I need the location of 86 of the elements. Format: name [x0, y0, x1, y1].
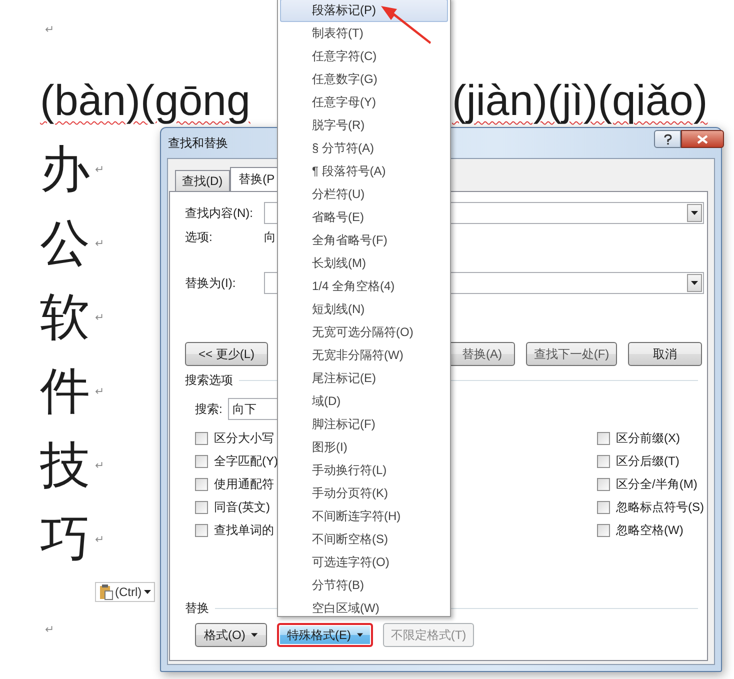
field-label: 替换为(I):	[185, 274, 237, 292]
options-value: 向	[264, 228, 276, 246]
menu-item[interactable]: 任意字符(C)	[280, 45, 448, 68]
options-label: 选项:	[185, 228, 214, 246]
clipboard-icon	[99, 584, 113, 600]
search-label: 搜索:	[195, 400, 222, 418]
paragraph-mark: ↵	[95, 458, 104, 472]
caret-icon	[691, 211, 698, 215]
checkbox-label: 使用通配符	[214, 476, 274, 493]
document-text: 技	[40, 436, 90, 495]
menu-item[interactable]: 不间断空格(S)	[280, 528, 448, 551]
paragraph-mark: ↵	[95, 384, 104, 398]
checkbox-label: 同音(英文)	[214, 499, 270, 516]
close-button[interactable]	[681, 130, 724, 148]
menu-item[interactable]: 任意数字(G)	[280, 68, 448, 91]
paragraph-mark: ↵	[95, 162, 104, 176]
checkbox[interactable]	[195, 501, 208, 514]
menu-item[interactable]: 分节符(B)	[280, 574, 448, 597]
document-text: 公	[40, 214, 90, 273]
checkbox[interactable]	[195, 432, 208, 445]
menu-item[interactable]: 手动换行符(L)	[280, 459, 448, 482]
menu-item[interactable]: 无宽可选分隔符(O)	[280, 321, 448, 344]
menu-item[interactable]: § 分节符(A)	[280, 137, 448, 160]
checkbox-label: 区分全/半角(M)	[616, 476, 698, 493]
document-text: 巧	[40, 510, 90, 569]
paragraph-mark: ↵	[95, 310, 104, 324]
checkbox-label: 全字匹配(Y)	[214, 453, 278, 470]
checkbox[interactable]	[195, 478, 208, 491]
checkbox[interactable]	[597, 432, 610, 445]
dropdown-button[interactable]	[687, 204, 702, 222]
document-text: 办	[40, 140, 90, 199]
section-title: 替换	[185, 600, 209, 616]
dropdown-button[interactable]: 特殊格式(E)	[277, 623, 373, 647]
pinyin-text: (jiàn)(jì)(qiǎo)	[452, 76, 709, 126]
dialog-button[interactable]: 查找下一处(F)	[526, 342, 617, 366]
checkbox-label: 区分前缀(X)	[616, 430, 680, 447]
checkbox[interactable]	[597, 501, 610, 514]
checkbox-label: 忽略标点符号(S)	[616, 499, 704, 516]
paste-options-button[interactable]: (Ctrl)	[95, 582, 155, 602]
menu-item[interactable]: 尾注标记(E)	[280, 367, 448, 390]
document-text: 软	[40, 288, 90, 347]
caret-icon	[251, 633, 258, 637]
checkbox-label: 区分后缀(T)	[616, 453, 680, 470]
menu-item[interactable]: 脱字号(R)	[280, 114, 448, 137]
checkbox-label: 区分大小写	[214, 430, 274, 447]
menu-item[interactable]: 任意字母(Y)	[280, 91, 448, 114]
menu-item[interactable]: 空白区域(W)	[280, 597, 448, 620]
paragraph-mark: ↵	[95, 236, 104, 250]
menu-item[interactable]: 1/4 全角空格(4)	[280, 275, 448, 298]
field-label: 查找内容(N):	[185, 204, 254, 222]
checkbox[interactable]	[597, 455, 610, 468]
section-title: 搜索选项	[185, 372, 233, 388]
checkbox[interactable]	[195, 455, 208, 468]
paragraph-mark: ↵	[45, 24, 54, 36]
dropdown-button[interactable]: 格式(O)	[195, 623, 267, 647]
menu-item[interactable]: 手动分页符(K)	[280, 482, 448, 505]
document-text: 件	[40, 362, 90, 421]
paragraph-mark: ↵	[45, 624, 54, 636]
dialog-button[interactable]: << 更少(L)	[185, 342, 268, 366]
menu-item[interactable]: 制表符(T)	[280, 22, 448, 45]
menu-item[interactable]: 不间断连字符(H)	[280, 505, 448, 528]
menu-item[interactable]: 长划线(M)	[280, 252, 448, 275]
help-icon	[664, 134, 672, 144]
menu-item[interactable]: 图形(I)	[280, 436, 448, 459]
menu-item[interactable]: 省略号(E)	[280, 206, 448, 229]
caret-icon	[357, 633, 363, 637]
checkbox-label: 查找单词的	[214, 522, 274, 539]
checkbox[interactable]	[195, 524, 208, 537]
menu-item[interactable]: 段落标记(P)	[280, 0, 448, 22]
caret-icon	[144, 590, 151, 594]
menu-item[interactable]: 全角省略号(F)	[280, 229, 448, 252]
annotation-arrow	[378, 4, 434, 44]
window-title: 查找和替换	[168, 134, 228, 152]
checkbox[interactable]	[597, 524, 610, 537]
pinyin-text: (bàn)(gōng	[40, 76, 250, 126]
checkbox[interactable]	[597, 478, 610, 491]
dialog-button[interactable]: 取消	[628, 342, 702, 366]
menu-item[interactable]: 短划线(N)	[280, 298, 448, 321]
dropdown-button[interactable]	[687, 274, 702, 292]
tab[interactable]: 查找(D)	[175, 170, 230, 191]
close-icon	[697, 134, 708, 144]
paragraph-mark: ↵	[95, 532, 104, 546]
help-button[interactable]	[654, 130, 681, 148]
caret-icon	[691, 281, 698, 285]
checkbox-label: 忽略空格(W)	[616, 522, 684, 539]
menu-item[interactable]: 可选连字符(O)	[280, 551, 448, 574]
